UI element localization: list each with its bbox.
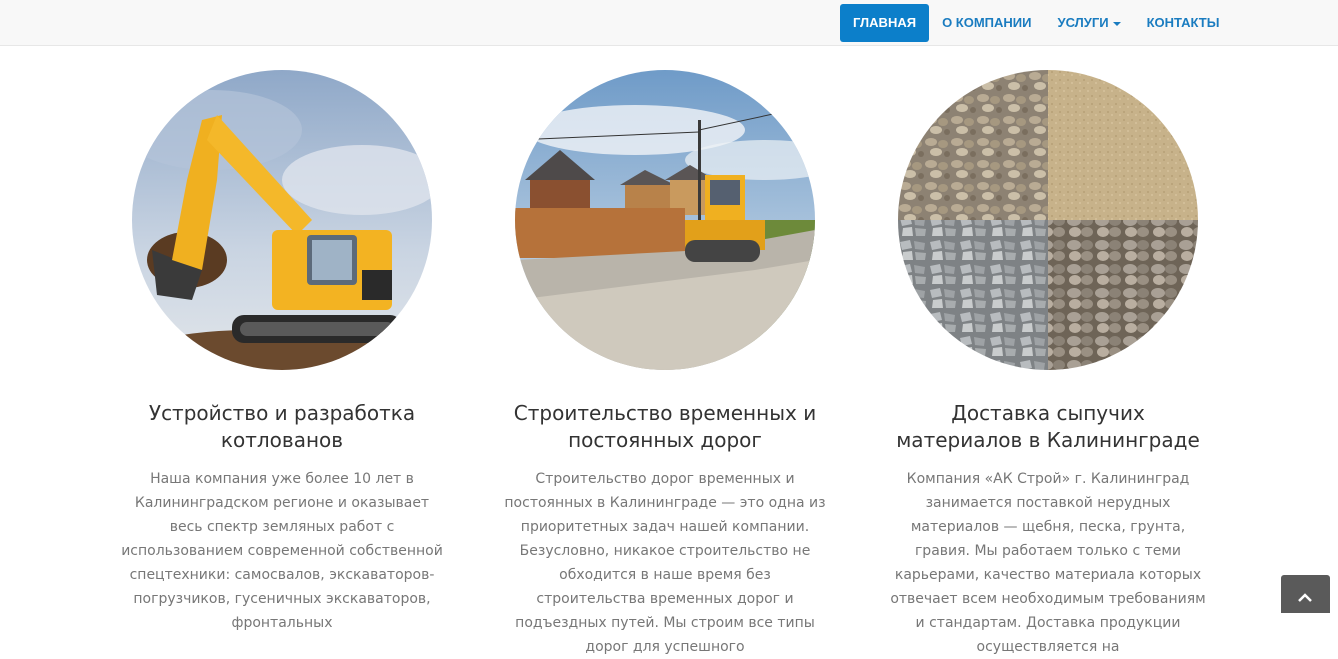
chevron-up-icon [1298, 593, 1312, 602]
service-description: Наша компания уже более 10 лет в Калинин… [121, 471, 443, 631]
service-title: Строительство временных и постоянных дор… [513, 401, 817, 452]
service-card-excavation: Устройство и разработка котлованов Наша … [112, 70, 452, 635]
nav-services-label: УСЛУГИ [1057, 15, 1109, 30]
nav-services[interactable]: УСЛУГИ [1045, 4, 1134, 42]
road-construction-image [515, 70, 815, 370]
service-card-materials: Доставка сыпучих материалов в Калинингра… [878, 70, 1218, 659]
excavator-image [132, 70, 432, 370]
bulk-materials-image [898, 70, 1198, 370]
service-title: Доставка сыпучих материалов в Калинингра… [896, 401, 1200, 452]
nav-contacts[interactable]: КОНТАКТЫ [1134, 4, 1233, 42]
nav-home[interactable]: ГЛАВНАЯ [840, 4, 930, 42]
service-description: Компания «АК Строй» г. Калининград заним… [890, 471, 1206, 655]
nav-about[interactable]: О КОМПАНИИ [929, 4, 1044, 42]
main-nav: ГЛАВНАЯ О КОМПАНИИ УСЛУГИ КОНТАКТЫ [840, 4, 1232, 42]
scroll-to-top-button[interactable] [1281, 575, 1330, 613]
caret-down-icon [1112, 21, 1121, 26]
service-card-roads: Строительство временных и постоянных дор… [495, 70, 835, 659]
service-description: Строительство дорог временных и постоянн… [504, 471, 826, 655]
navbar: ГЛАВНАЯ О КОМПАНИИ УСЛУГИ КОНТАКТЫ [0, 0, 1338, 46]
service-title: Устройство и разработка котлованов [148, 401, 416, 452]
